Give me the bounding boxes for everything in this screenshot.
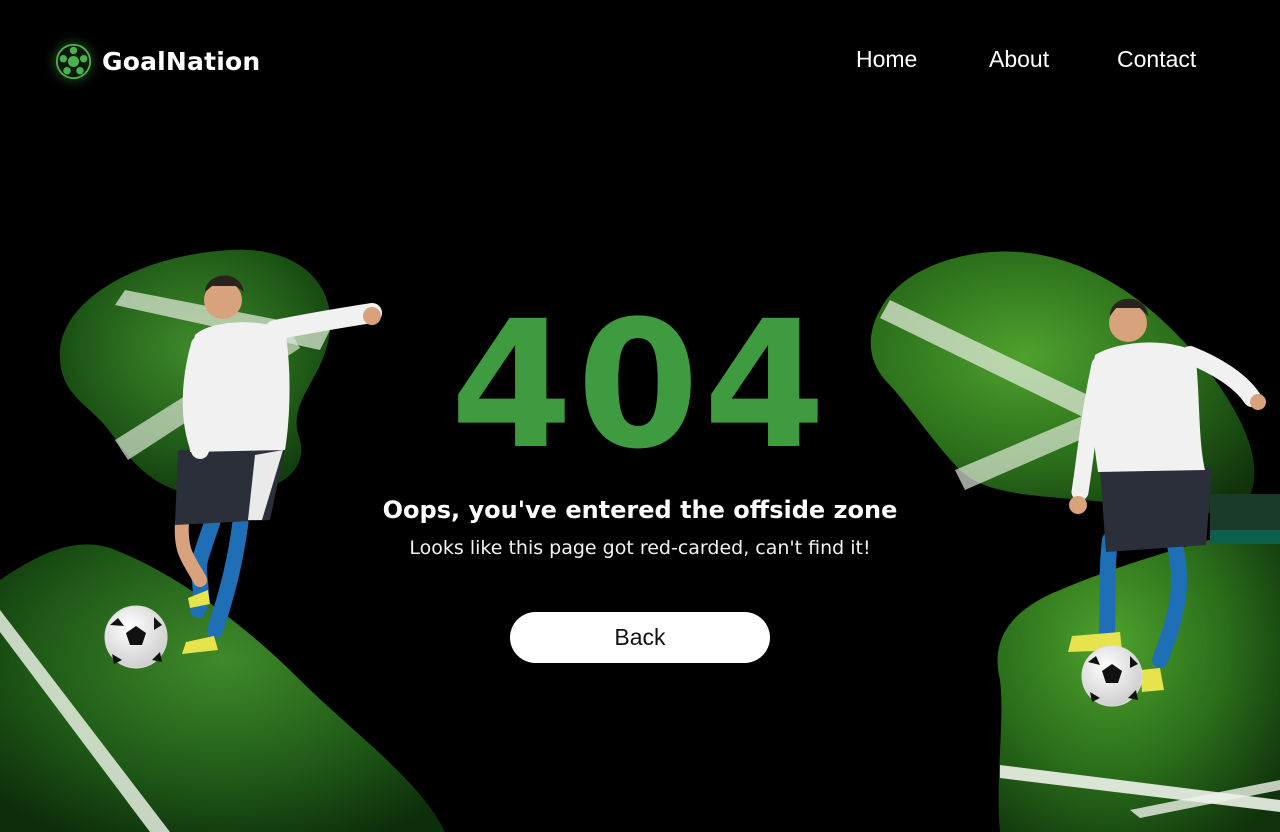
nav-link-contact[interactable]: Contact <box>1117 46 1196 73</box>
nav-link-home[interactable]: Home <box>856 46 917 73</box>
error-headline: Oops, you've entered the offside zone <box>382 496 898 524</box>
site-header: GoalNation Home About Contact <box>0 0 1280 120</box>
error-message: Looks like this page got red-carded, can… <box>409 537 871 559</box>
main-nav: Home About Contact <box>0 46 1280 76</box>
soccer-ball-left <box>104 605 168 669</box>
nav-link-about[interactable]: About <box>989 46 1049 73</box>
back-button[interactable]: Back <box>510 612 770 663</box>
soccer-ball-right <box>1081 645 1143 707</box>
left-player-illustration <box>174 275 382 654</box>
error-code: 404 <box>450 283 830 488</box>
